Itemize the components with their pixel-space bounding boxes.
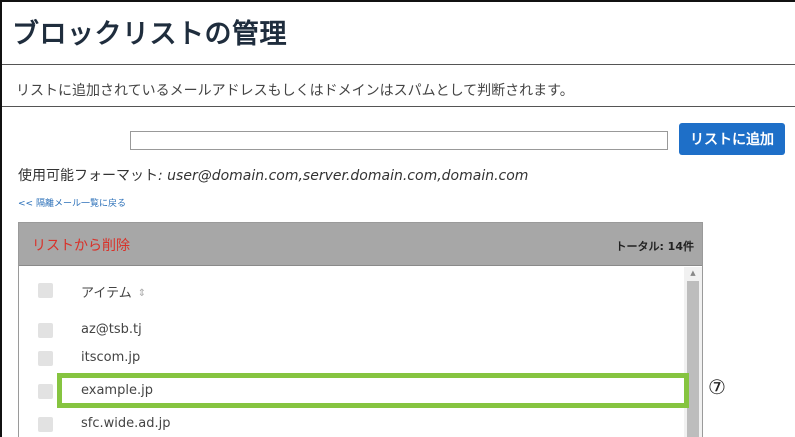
annotation-marker: ⑦ (708, 375, 726, 399)
description-divider (2, 106, 795, 107)
format-hint: 使用可能フォーマット: user@domain.com,server.domai… (18, 165, 528, 185)
blocklist-entry-input[interactable] (130, 131, 668, 150)
format-value: : user@domain.com,server.domain.com,doma… (158, 168, 529, 184)
list-scrollbar[interactable]: ▲ (684, 267, 702, 437)
add-to-list-button[interactable]: リストに追加 (679, 123, 785, 155)
row-checkbox[interactable] (38, 384, 53, 399)
panel-header: リストから削除 トータル: 14件 (19, 223, 702, 266)
list-item-text: itscom.jp (81, 350, 141, 365)
format-label: 使用可能フォーマット (18, 168, 158, 184)
list-item-text: az@tsb.tj (81, 322, 142, 337)
list-item-text: sfc.wide.ad.jp (81, 416, 171, 431)
page-description: リストに追加されているメールアドレスもしくはドメインはスパムとして判断されます。 (16, 83, 574, 99)
title-divider (2, 64, 795, 65)
row-checkbox[interactable] (38, 351, 53, 366)
list-item[interactable]: az@tsb.tj (19, 319, 684, 343)
scrollbar-thumb[interactable] (687, 281, 699, 437)
delete-from-list-button[interactable]: リストから削除 (32, 235, 130, 255)
column-header-row: アイテム ⇕ (19, 279, 684, 303)
total-count: トータル: 14件 (615, 240, 694, 253)
page-title: ブロックリストの管理 (12, 19, 287, 50)
select-all-checkbox[interactable] (38, 283, 53, 298)
list-item[interactable]: sfc.wide.ad.jp (19, 413, 684, 437)
row-checkbox[interactable] (38, 323, 53, 338)
column-header-item[interactable]: アイテム ⇕ (81, 282, 146, 301)
row-checkbox[interactable] (38, 417, 53, 432)
scroll-up-arrow-icon[interactable]: ▲ (684, 269, 702, 277)
list-item[interactable]: itscom.jp (19, 347, 684, 371)
sort-icon[interactable]: ⇕ (138, 288, 146, 299)
column-header-label: アイテム (81, 286, 132, 301)
highlight-box (57, 373, 689, 408)
back-to-quarantine-link[interactable]: << 隔離メール一覧に戻る (18, 196, 126, 209)
